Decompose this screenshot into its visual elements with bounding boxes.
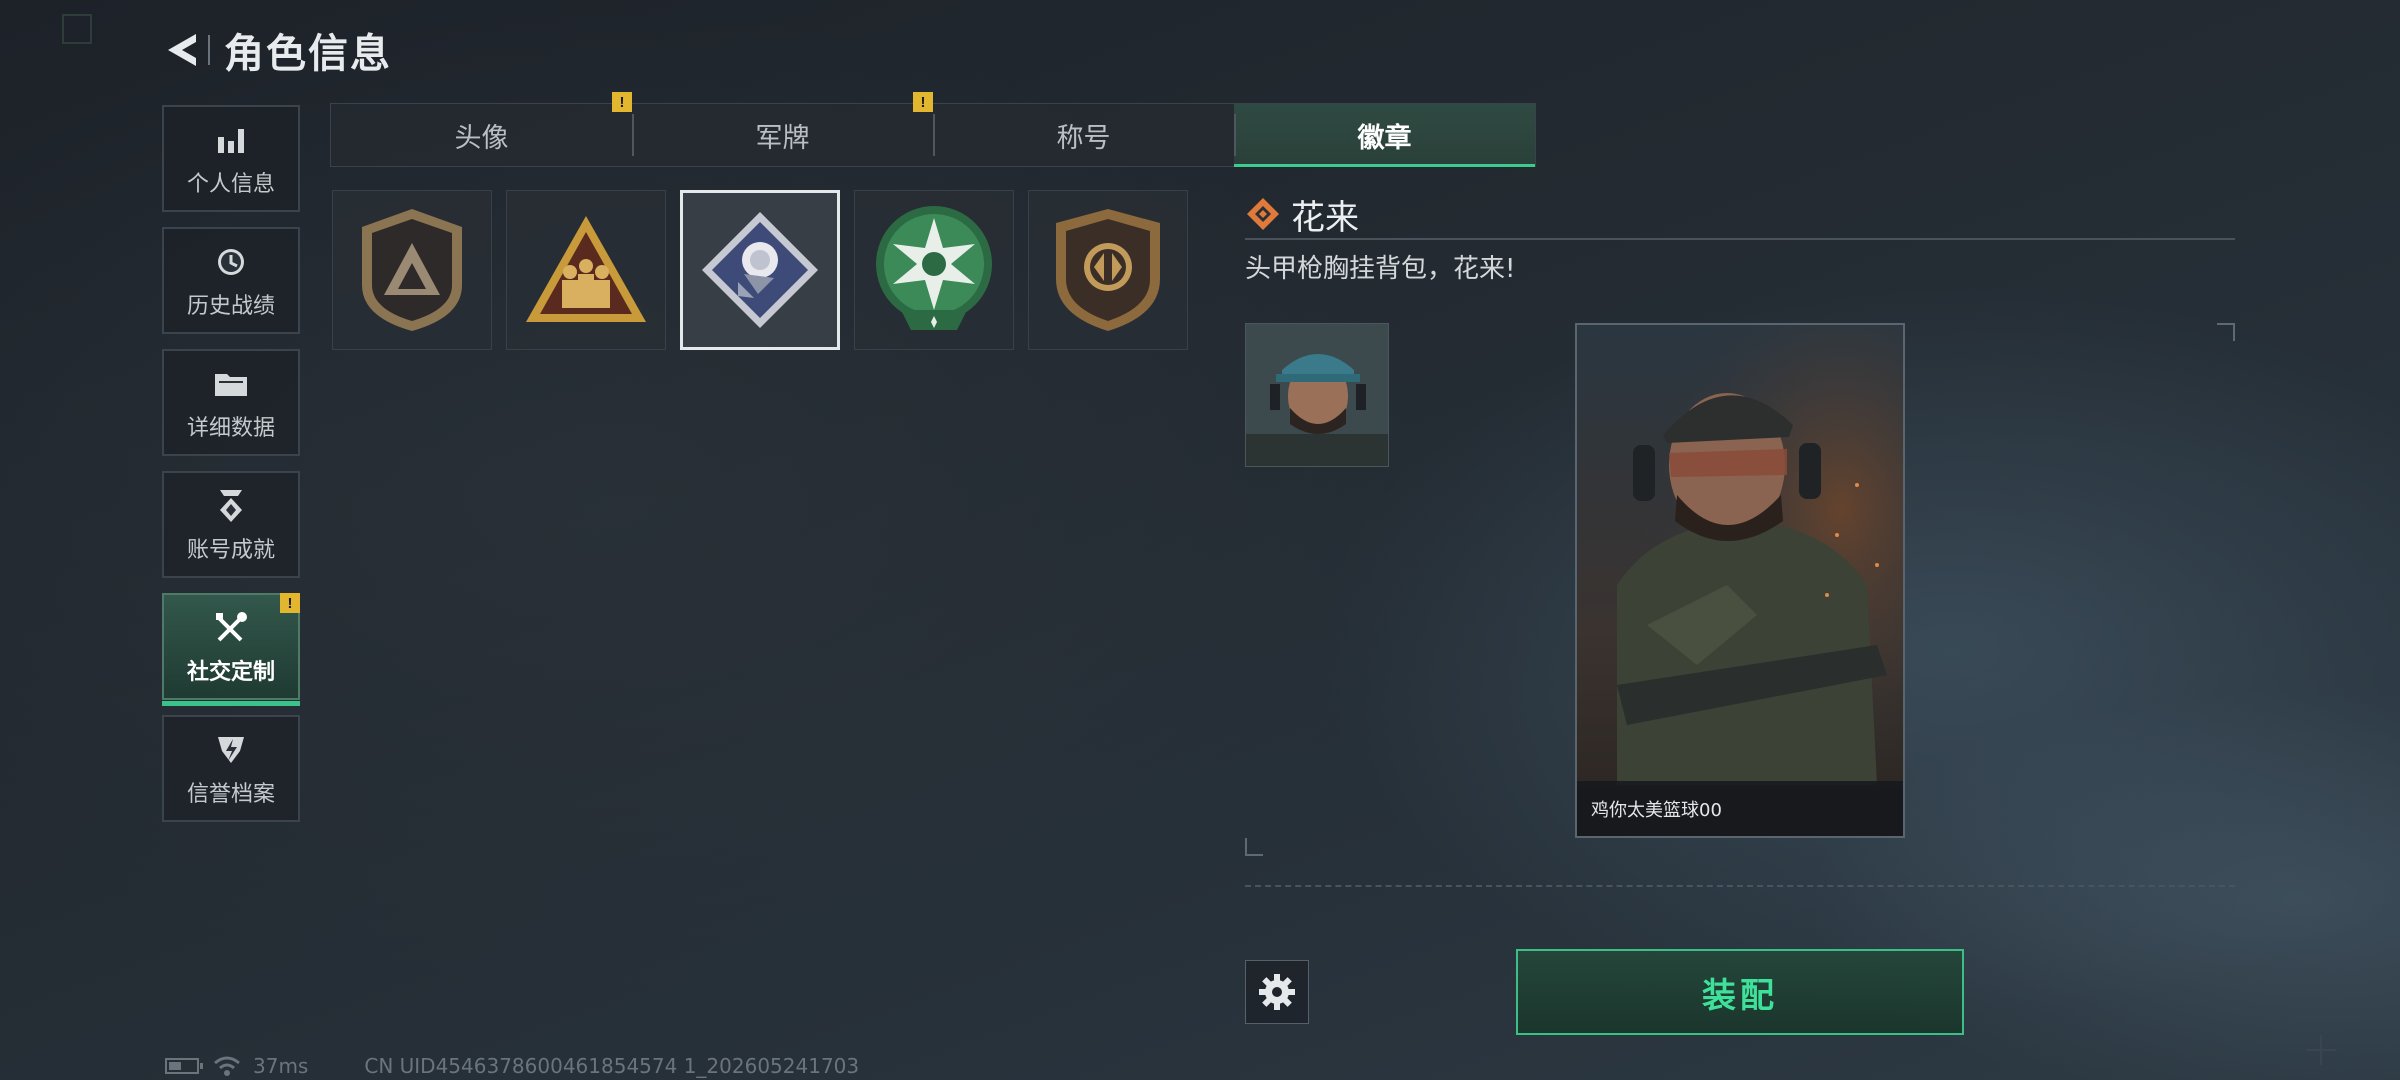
sidebar-item-social-custom[interactable]: ! 社交定制 (162, 593, 300, 706)
character-card: 鸡你太美篮球00 (1575, 323, 1905, 838)
tab-emblem[interactable]: 徽章 (1234, 104, 1535, 167)
tab-dog-tag[interactable]: 军牌 ! (632, 92, 933, 166)
emblem-description: 头甲枪胸挂背包，花来! (1245, 254, 1516, 284)
sidebar-item-detailed-data[interactable]: 详细数据 (162, 349, 300, 456)
tab-title[interactable]: 称号 (933, 104, 1234, 166)
soldier-character-icon (1577, 325, 1903, 785)
sidebar-item-label: 信誉档案 (186, 781, 275, 807)
battery-icon (165, 1058, 203, 1074)
sidebar-item-label: 社交定制 (186, 659, 275, 685)
active-indicator (162, 701, 300, 706)
dark-triangle-badge-icon (362, 209, 462, 331)
clock-icon (211, 242, 251, 282)
shield-icon (211, 730, 251, 770)
avatar (1245, 323, 1389, 467)
sidebar-item-match-history[interactable]: 历史战绩 (162, 227, 300, 334)
equip-button-label: 装配 (1702, 975, 1778, 1016)
gold-soldiers-badge-icon (526, 216, 646, 322)
header-divider (208, 35, 210, 65)
sidebar-item-label: 账号成就 (186, 537, 275, 563)
user-uid: CN UID4546378600461854574 1_202605241703 (364, 1054, 860, 1078)
tab-label: 军牌 (755, 122, 810, 154)
sidebar-item-achievements[interactable]: 账号成就 (162, 471, 300, 578)
rarity-diamond-icon (1247, 198, 1279, 230)
sidebar: 个人信息 历史战绩 详细数据 账号成就 ! 社交定制 信誉档案 (162, 105, 300, 837)
emblem-item-dark-triangle[interactable] (332, 190, 492, 350)
warning-badge: ! (913, 92, 933, 112)
sidebar-item-personal-info[interactable]: 个人信息 (162, 105, 300, 212)
emblem-item-green-star[interactable] (854, 190, 1014, 350)
corner-bracket (1245, 838, 1263, 856)
green-star-badge-icon (876, 206, 992, 330)
bar-chart-icon (211, 120, 251, 160)
corner-decoration (62, 14, 92, 44)
warning-badge: ! (280, 593, 300, 613)
folder-icon (211, 364, 251, 404)
back-arrow-icon[interactable] (160, 28, 204, 72)
sidebar-item-label: 个人信息 (186, 171, 275, 197)
ping-value: 37ms (253, 1054, 309, 1078)
warning-badge: ! (612, 92, 632, 112)
tools-icon (211, 608, 251, 648)
sidebar-item-label: 详细数据 (186, 415, 275, 441)
emblem-item-gold-soldiers[interactable] (506, 190, 666, 350)
wifi-icon (214, 1056, 240, 1076)
emblem-item-rose-diamond[interactable] (680, 190, 840, 350)
bronze-shield-badge-icon (1056, 209, 1160, 331)
status-bar: 37ms CN UID4546378600461854574 1_2026052… (165, 1054, 859, 1078)
tab-bar: 头像 ! 军牌 ! 称号 徽章 (330, 92, 1536, 167)
settings-button[interactable] (1245, 960, 1309, 1024)
character-card-name: 鸡你太美篮球00 (1577, 781, 1903, 836)
soldier-portrait-icon (1246, 324, 1388, 466)
crosshair-decoration (2306, 1035, 2336, 1065)
sidebar-item-reputation[interactable]: 信誉档案 (162, 715, 300, 822)
equip-button[interactable]: 装配 (1516, 949, 1964, 1035)
tab-avatar[interactable]: 头像 ! (331, 92, 632, 166)
emblem-item-bronze-shield[interactable] (1028, 190, 1188, 350)
gear-icon (1259, 974, 1295, 1010)
sidebar-item-label: 历史战绩 (186, 293, 275, 319)
page-title: 角色信息 (224, 31, 392, 77)
achievement-icon (211, 486, 251, 526)
emblem-grid (332, 190, 1188, 350)
tab-label: 称号 (1056, 122, 1111, 154)
emblem-name: 花来 (1291, 197, 1359, 238)
header: 角色信息 (160, 22, 392, 78)
rose-diamond-badge-icon (702, 212, 818, 328)
corner-bracket (2217, 323, 2235, 341)
section-divider (1245, 885, 2235, 887)
emblem-detail-header: 花来 (1245, 190, 2235, 240)
tab-label: 徽章 (1357, 122, 1412, 154)
tab-label: 头像 (454, 122, 509, 154)
